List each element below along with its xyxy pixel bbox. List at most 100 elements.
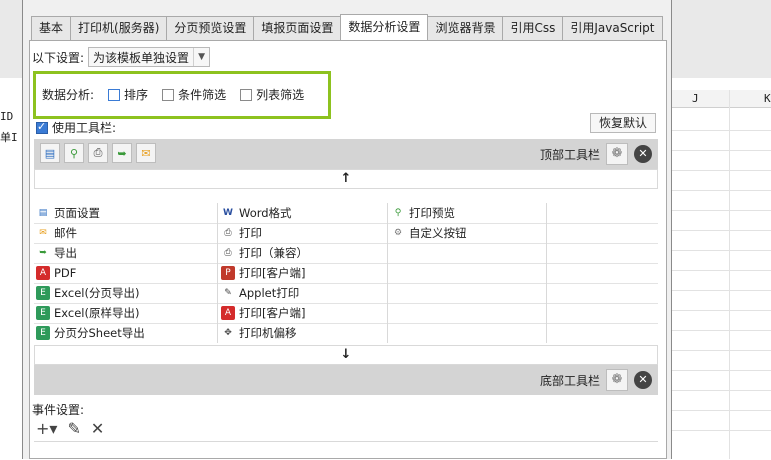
settings-scope-select[interactable]: 为该模板单独设置 ▼: [88, 47, 211, 67]
item-label: 打印[客户端]: [239, 306, 306, 320]
list-item[interactable]: A 打印[客户端]: [219, 303, 389, 323]
applet-print-icon: ✎: [224, 288, 232, 298]
grid-line: [672, 130, 771, 131]
grid-line: [672, 370, 771, 371]
item-label: Excel(原样导出): [54, 306, 140, 320]
client-print-icon: P: [221, 266, 235, 280]
data-analysis-panel: 以下设置: 为该模板单独设置 ▼ 数据分析: 排序 条件筛选 列表筛选 ✓ 使用…: [29, 40, 667, 459]
tab-browser-background[interactable]: 浏览器背景: [427, 16, 504, 40]
page-setup-icon[interactable]: ▤: [40, 143, 60, 163]
edit-icon[interactable]: ✎: [67, 419, 80, 438]
item-label: 打印: [239, 226, 262, 240]
cell-text[interactable]: ID: [0, 110, 22, 123]
list-item[interactable]: ⚲ 打印预览: [389, 203, 559, 223]
gear-icon: ⚙: [393, 228, 403, 238]
item-label: Applet打印: [239, 286, 300, 300]
print-icon: ⎙: [224, 228, 232, 238]
move-up-button[interactable]: ↑: [34, 169, 658, 189]
print-icon: ⎙: [224, 248, 232, 258]
list-item[interactable]: P 打印[客户端]: [219, 263, 389, 283]
chevron-down-icon[interactable]: ▼: [193, 48, 209, 66]
gear-icon[interactable]: ❁: [606, 143, 628, 165]
column-header-k[interactable]: K: [764, 92, 771, 105]
tab-page-preview[interactable]: 分页预览设置: [166, 16, 255, 40]
list-item[interactable]: ⎙ 打印（兼容）: [219, 243, 389, 263]
close-icon[interactable]: ✕: [634, 371, 652, 389]
column-header-j[interactable]: J: [692, 92, 699, 105]
condition-filter-checkbox[interactable]: [162, 88, 175, 101]
settings-tabs: 基本 打印机(服务器) 分页预览设置 填报页面设置 数据分析设置 浏览器背景 引…: [31, 14, 663, 40]
gear-icon[interactable]: ❁: [606, 369, 628, 391]
spreadsheet-left-cells: ID 单I: [0, 110, 22, 145]
list-item[interactable]: ⎙ 打印: [219, 223, 389, 243]
list-item[interactable]: ▤ 页面设置: [34, 203, 204, 223]
move-down-button[interactable]: ↓: [34, 345, 658, 365]
sort-option[interactable]: 排序: [108, 86, 148, 103]
grid-line: [217, 203, 218, 343]
print-icon[interactable]: ⎙: [88, 143, 108, 163]
item-label: 打印[客户端]: [239, 266, 306, 280]
list-filter-option[interactable]: 列表筛选: [240, 86, 304, 103]
page-setup-icon: ▤: [38, 208, 48, 218]
restore-default-button[interactable]: 恢复默认: [590, 113, 656, 133]
list-item[interactable]: ✥ 打印机偏移: [219, 323, 389, 343]
export-icon: ➥: [39, 248, 47, 258]
list-item[interactable]: A PDF: [34, 263, 204, 283]
tab-printer-server[interactable]: 打印机(服务器): [70, 16, 168, 40]
event-toolbar: +▾ ✎ ✕: [36, 419, 114, 438]
add-icon[interactable]: +▾: [36, 419, 57, 438]
top-toolbar: ▤ ⚲ ⎙ ➥ ✉ 顶部工具栏 ❁ ✕: [34, 139, 658, 169]
item-label: Word格式: [239, 206, 292, 220]
list-item[interactable]: ⚙ 自定义按钮: [389, 223, 559, 243]
export-icon[interactable]: ➥: [112, 143, 132, 163]
tab-fill-page[interactable]: 填报页面设置: [253, 16, 342, 40]
sort-checkbox[interactable]: [108, 88, 121, 101]
settings-scope-value: 为该模板单独设置: [93, 50, 190, 65]
move-icon: ✥: [224, 328, 232, 338]
email-icon: ✉: [39, 228, 47, 238]
grid-line: [672, 290, 771, 291]
bottom-toolbar-label: 底部工具栏: [539, 374, 600, 388]
list-item[interactable]: E Excel(原样导出): [34, 303, 204, 323]
excel-sheet-icon: E: [36, 326, 50, 340]
grid-line: [672, 430, 771, 431]
item-label: 自定义按钮: [409, 226, 467, 240]
grid-line: [672, 350, 771, 351]
close-icon[interactable]: ✕: [634, 145, 652, 163]
tab-data-analysis[interactable]: 数据分析设置: [340, 14, 429, 40]
data-analysis-row: 数据分析: 排序 条件筛选 列表筛选: [42, 86, 304, 103]
use-toolbar-checkbox[interactable]: [36, 120, 48, 134]
tab-css[interactable]: 引用Css: [502, 16, 564, 40]
bottom-toolbar: 底部工具栏 ❁ ✕: [34, 365, 658, 395]
list-filter-checkbox[interactable]: [240, 88, 253, 101]
print-preview-icon: ⚲: [394, 208, 402, 218]
template-settings-dialog: 基本 打印机(服务器) 分页预览设置 填报页面设置 数据分析设置 浏览器背景 引…: [22, 0, 672, 459]
column-header-row: J K: [672, 90, 771, 108]
data-analysis-highlight-box: 数据分析: 排序 条件筛选 列表筛选: [33, 71, 331, 119]
item-label: 分页分Sheet导出: [54, 326, 145, 340]
grid-line: [729, 90, 730, 459]
delete-icon[interactable]: ✕: [91, 419, 104, 438]
email-icon[interactable]: ✉: [136, 143, 156, 163]
settings-scope-row: 以下设置: 为该模板单独设置 ▼: [32, 47, 211, 67]
list-item[interactable]: ➥ 导出: [34, 243, 204, 263]
top-toolbar-label: 顶部工具栏: [539, 148, 600, 162]
grid-line: [672, 310, 771, 311]
tab-basic[interactable]: 基本: [31, 16, 72, 40]
tab-javascript[interactable]: 引用JavaScript: [562, 16, 663, 40]
grid-line: [672, 190, 771, 191]
event-settings-label: 事件设置:: [32, 403, 85, 417]
condition-filter-option[interactable]: 条件筛选: [162, 86, 226, 103]
top-toolbar-icons: ▤ ⚲ ⎙ ➥ ✉: [40, 143, 160, 163]
use-toolbar-option[interactable]: 使用工具栏:: [36, 119, 116, 136]
list-item[interactable]: W Word格式: [219, 203, 389, 223]
list-item[interactable]: ✎ Applet打印: [219, 283, 389, 303]
list-item[interactable]: E 分页分Sheet导出: [34, 323, 204, 343]
condition-filter-label: 条件筛选: [178, 88, 227, 102]
list-item[interactable]: ✉ 邮件: [34, 223, 204, 243]
print-preview-icon[interactable]: ⚲: [64, 143, 84, 163]
grid-line: [672, 330, 771, 331]
cell-text[interactable]: 单I: [0, 129, 22, 145]
item-label: 导出: [54, 246, 77, 260]
list-item[interactable]: E Excel(分页导出): [34, 283, 204, 303]
